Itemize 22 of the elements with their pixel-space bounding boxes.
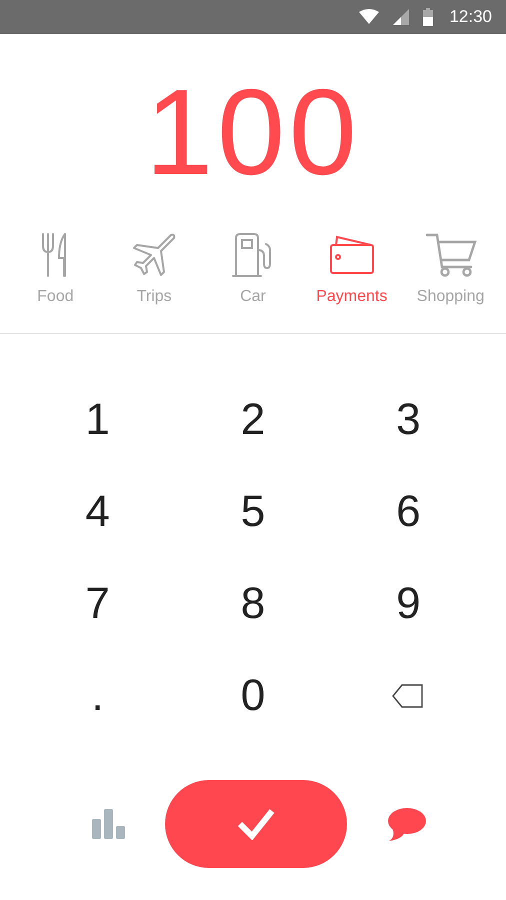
- amount-display: 100: [145, 71, 361, 193]
- airplane-icon: [131, 232, 178, 278]
- battery-icon: [423, 8, 434, 26]
- signal-icon: [393, 9, 410, 25]
- keypad-key[interactable]: 9: [330, 558, 486, 650]
- clock-time: 12:30: [449, 7, 492, 27]
- checkmark-icon: [236, 808, 275, 840]
- shopping-cart-icon: [424, 232, 477, 278]
- keypad-key[interactable]: 3: [330, 374, 486, 466]
- keypad-key[interactable]: 8: [175, 558, 331, 650]
- backspace-icon[interactable]: [392, 684, 424, 708]
- keypad-key[interactable]: 7: [20, 558, 176, 650]
- keypad-key[interactable]: 4: [20, 466, 176, 558]
- keypad-key[interactable]: 0: [175, 650, 331, 742]
- bar-chart-icon[interactable]: [92, 809, 126, 839]
- keypad-key[interactable]: 5: [175, 466, 331, 558]
- wifi-icon: [359, 9, 380, 25]
- decimal-point-key[interactable]: .: [20, 650, 176, 742]
- speech-bubble-icon[interactable]: [386, 807, 426, 841]
- keypad-key[interactable]: 2: [175, 374, 331, 466]
- keypad-key[interactable]: 6: [330, 466, 486, 558]
- keypad-key[interactable]: 1: [20, 374, 176, 466]
